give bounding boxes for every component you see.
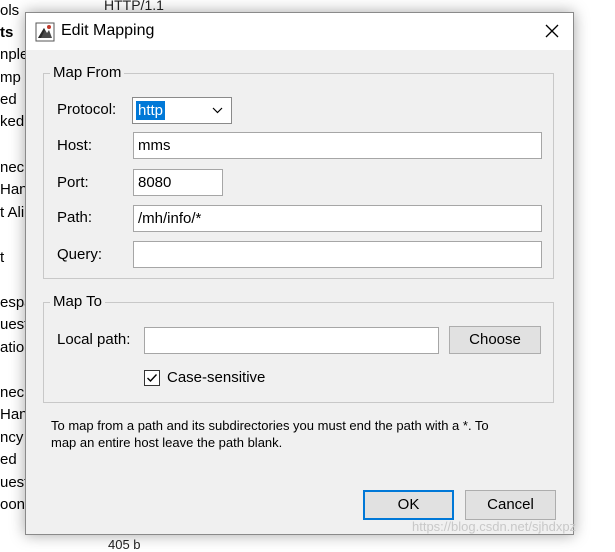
query-input[interactable] xyxy=(133,241,542,268)
background-sidebar-item: Han xyxy=(0,181,28,198)
case-sensitive-label[interactable]: Case-sensitive xyxy=(167,369,265,386)
info-text-line1: To map from a path and its subdirectorie… xyxy=(51,418,489,433)
java-app-icon xyxy=(35,22,55,42)
ok-button[interactable]: OK xyxy=(363,490,454,520)
path-label: Path: xyxy=(57,209,93,226)
choose-button-label: Choose xyxy=(469,331,521,348)
background-sidebar-item: ked xyxy=(0,113,25,130)
dialog-titlebar[interactable]: Edit Mapping xyxy=(26,13,573,50)
port-label: Port: xyxy=(57,174,89,191)
protocol-label: Protocol: xyxy=(57,101,117,118)
background-sidebar-item: Han xyxy=(0,406,28,423)
background-sidebar-item: ncy xyxy=(0,429,24,446)
background-sidebar-item: mp xyxy=(0,69,21,86)
protocol-selected-value: http xyxy=(136,101,166,120)
map-from-legend: Map From xyxy=(50,64,125,81)
map-to-legend: Map To xyxy=(50,293,105,310)
port-input[interactable]: 8080 xyxy=(133,169,223,196)
background-sidebar-item: t Ali xyxy=(0,204,25,221)
host-input[interactable]: mms xyxy=(133,132,542,159)
background-sidebar-item: ed xyxy=(0,91,17,108)
close-icon xyxy=(545,24,559,38)
path-input[interactable]: /mh/info/* xyxy=(133,205,542,232)
checkmark-icon xyxy=(147,374,158,383)
cancel-button-label: Cancel xyxy=(487,496,534,513)
background-sidebar-item: nec xyxy=(0,159,25,176)
map-to-group: Map To Local path: Choose Case-sensitive xyxy=(43,293,554,403)
case-sensitive-checkbox[interactable] xyxy=(144,370,160,386)
choose-button[interactable]: Choose xyxy=(449,326,541,354)
host-label: Host: xyxy=(57,137,93,154)
chevron-down-icon xyxy=(212,107,223,114)
local-path-label: Local path: xyxy=(57,331,131,348)
local-path-input[interactable] xyxy=(144,327,439,354)
background-sidebar-item: t xyxy=(0,249,5,266)
cancel-button[interactable]: Cancel xyxy=(465,490,556,520)
map-from-group: Map From Protocol: http Host: mms Port: … xyxy=(43,64,554,279)
close-button[interactable] xyxy=(535,16,569,46)
ok-button-label: OK xyxy=(397,496,420,513)
edit-mapping-dialog: Edit Mapping Map From Protocol: http Hos… xyxy=(25,12,574,535)
background-sidebar-item: ts xyxy=(0,24,14,41)
protocol-select[interactable]: http xyxy=(132,97,232,124)
dialog-title: Edit Mapping xyxy=(61,22,155,39)
background-sidebar-item: ols xyxy=(0,2,20,19)
query-label: Query: xyxy=(57,246,103,263)
info-text-line2: map an entire host leave the path blank. xyxy=(51,435,283,450)
background-sidebar-item: nec xyxy=(0,384,25,401)
watermark-text: https://blog.csdn.net/sjhdxpz xyxy=(412,519,577,534)
background-sidebar-item: ed xyxy=(0,451,17,468)
